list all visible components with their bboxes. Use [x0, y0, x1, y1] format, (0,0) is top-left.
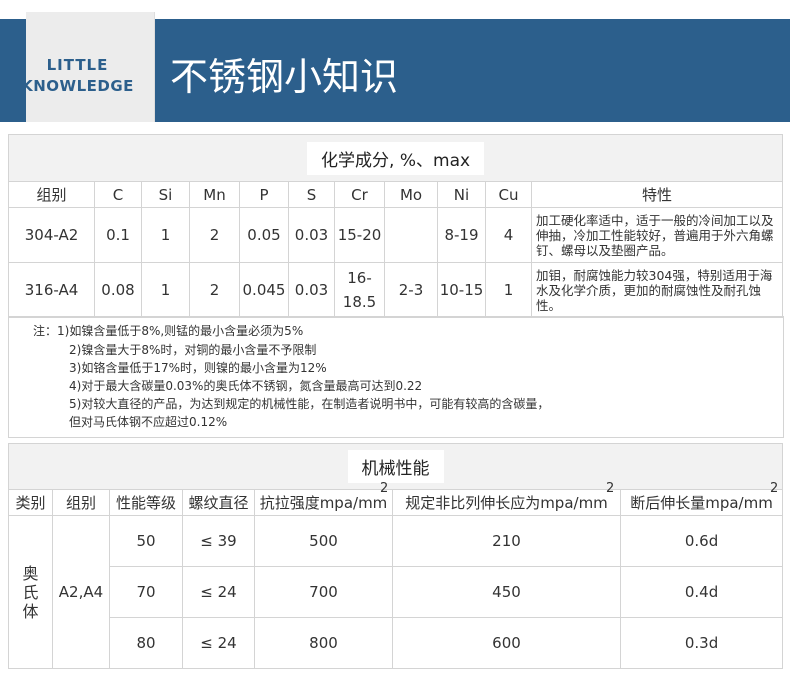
badge-text-knowledge: KNOWLEDGE — [21, 77, 134, 95]
note-item: 5)对较大直径的产品，为达到规定的机械性能，在制造者说明书中，可能有较高的含碳量… — [69, 397, 550, 411]
notes-first-line: 注：1)如镍含量低于8%,则锰的最小含量必须为5% — [33, 323, 303, 341]
cell-elongation: 0.3d — [619, 617, 784, 669]
header-c: C — [94, 181, 142, 208]
header-tensile: 抗拉强度mpa/mm — [254, 489, 393, 516]
cell-proof: 450 — [392, 566, 621, 618]
mechanical-title-row: 机械性能 — [7, 443, 784, 490]
cell-trait: 加钼，耐腐蚀能力较304强，特别适用于海水及化学介质，更加的耐腐蚀性及耐孔蚀性。 — [530, 262, 784, 318]
header-p: P — [239, 181, 289, 208]
header-category: 类别 — [8, 489, 53, 516]
cell-p: 0.05 — [239, 207, 289, 263]
tensile-unit-superscript: 2 — [380, 481, 389, 496]
proof-unit-superscript: 2 — [606, 481, 615, 496]
header-mo: Mo — [384, 181, 438, 208]
header-cr: Cr — [334, 181, 385, 208]
cell-proof: 600 — [392, 617, 621, 669]
header-cu: Cu — [485, 181, 532, 208]
cell-group: 316-A4 — [8, 262, 95, 318]
cell-p: 0.045 — [239, 262, 289, 318]
cell-elongation: 0.4d — [619, 566, 784, 618]
cell-mo: 2-3 — [384, 262, 438, 318]
cell-grade: 50 — [109, 515, 183, 567]
note-item: 4)对于最大含碳量0.03%的奥氏体不锈钢，氮含量最高可达到0.22 — [69, 379, 423, 393]
header-group: 组别 — [52, 489, 110, 516]
cell-category: 奥氏体 — [8, 515, 53, 669]
cell-mn: 2 — [189, 207, 240, 263]
table-row: 80 ≤ 24 800 600 0.3d — [9, 617, 784, 669]
cell-ni: 10-15 — [437, 262, 486, 318]
cell-tensile: 700 — [254, 566, 393, 618]
cell-diameter: ≤ 24 — [182, 617, 255, 669]
table-row: 70 ≤ 24 700 450 0.4d — [9, 566, 784, 618]
cell-grade: 70 — [109, 566, 183, 618]
cell-mo — [384, 207, 438, 263]
note-item: 2)镍含量大于8%时，对铜的最小含量不予限制 — [69, 343, 317, 357]
cell-grade: 80 — [109, 617, 183, 669]
cell-category-text: 奥氏体 — [22, 563, 39, 621]
cell-trait: 加工硬化率适中，适于一般的冷间加工以及伸抽，冷加工性能较好，普遍用于外六角螺钉、… — [530, 207, 784, 263]
badge-text-little: LITTLE — [46, 56, 109, 74]
cell-mn: 2 — [189, 262, 240, 318]
composition-title: 化学成分, %、max — [307, 141, 485, 175]
table-row: 奥氏体 A2,A4 50 ≤ 39 500 210 0.6d — [8, 515, 784, 669]
note-item: 但对马氏体钢不应超过0.12% — [69, 415, 228, 429]
header-elongation: 断后伸长量mpa/mm — [619, 489, 784, 516]
composition-notes: 注：1)如镍含量低于8%,则锰的最小含量必须为5% 2)镍含量大于8%时，对铜的… — [8, 316, 784, 438]
cell-diameter: ≤ 24 — [182, 566, 255, 618]
cell-proof: 210 — [392, 515, 621, 567]
composition-title-row: 化学成分, %、max — [7, 134, 784, 182]
composition-header-row: 组别 C Si Mn P S Cr Mo Ni Cu 特性 — [8, 181, 784, 208]
cell-s: 0.03 — [288, 262, 335, 318]
header-proof: 规定非比列伸长应为mpa/mm — [392, 489, 621, 516]
cell-group: A2,A4 — [52, 515, 110, 669]
note-item: 1)如镍含量低于8%,则锰的最小含量必须为5% — [57, 324, 304, 338]
header-diameter: 螺纹直径 — [182, 489, 255, 516]
cell-c: 0.1 — [94, 207, 142, 263]
cell-si: 1 — [141, 262, 190, 318]
header-si: Si — [141, 181, 190, 208]
header-mn: Mn — [189, 181, 240, 208]
notes-prefix: 注： — [33, 324, 58, 338]
cell-tensile: 500 — [254, 515, 393, 567]
cell-cr-line1: 16- — [347, 269, 372, 287]
header-group: 组别 — [8, 181, 95, 208]
cell-cr: 16- 18.5 — [334, 262, 385, 318]
elongation-unit-superscript: 2 — [770, 481, 779, 496]
composition-table: 化学成分, %、max 组别 C Si Mn P S Cr Mo Ni Cu 特… — [7, 134, 784, 318]
cell-cu: 4 — [485, 207, 532, 263]
header-grade: 性能等级 — [109, 489, 183, 516]
cell-c: 0.08 — [94, 262, 142, 318]
cell-cr-line2: 18.5 — [342, 293, 377, 311]
cell-si: 1 — [141, 207, 190, 263]
page-title: 不锈钢小知识 — [170, 55, 399, 99]
cell-cu: 1 — [485, 262, 532, 318]
cell-s: 0.03 — [288, 207, 335, 263]
cell-diameter: ≤ 39 — [182, 515, 255, 567]
mechanical-title: 机械性能 — [347, 450, 444, 483]
note-item: 3)如铬含量低于17%时，则镍的最小含量为12% — [69, 361, 327, 375]
mechanical-table: 机械性能 类别 组别 性能等级 螺纹直径 抗拉强度mpa/mm 规定非比列伸长应… — [7, 443, 784, 669]
cell-cr: 15-20 — [334, 207, 385, 263]
header-ni: Ni — [437, 181, 486, 208]
table-row: 304-A2 0.1 1 2 0.05 0.03 15-20 8-19 4 加工… — [8, 207, 784, 263]
mechanical-header-row: 类别 组别 性能等级 螺纹直径 抗拉强度mpa/mm 规定非比列伸长应为mpa/… — [8, 489, 784, 516]
header-trait: 特性 — [530, 181, 784, 208]
cell-elongation: 0.6d — [619, 515, 784, 567]
table-row: 316-A4 0.08 1 2 0.045 0.03 16- 18.5 2-3 … — [8, 262, 784, 318]
cell-ni: 8-19 — [437, 207, 486, 263]
header-s: S — [288, 181, 335, 208]
cell-group: 304-A2 — [8, 207, 95, 263]
cell-tensile: 800 — [254, 617, 393, 669]
